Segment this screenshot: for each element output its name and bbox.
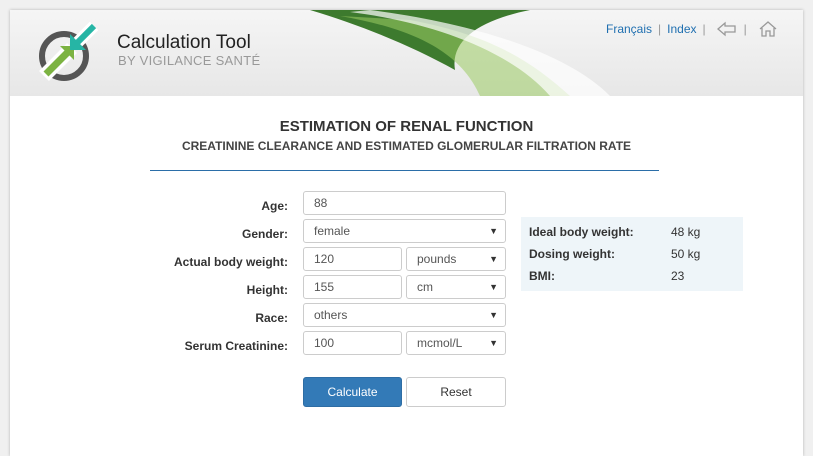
result-value: 50 kg (671, 247, 701, 261)
page-title: ESTIMATION OF RENAL FUNCTION (279, 118, 534, 135)
gender-label: Gender: (241, 227, 288, 241)
weight-unit-select[interactable]: pounds ▼ (406, 247, 506, 271)
brand-title: Calculation Tool (117, 32, 251, 53)
gender-selected-value: female (314, 224, 351, 238)
dropdown-arrow-icon: ▼ (489, 310, 498, 320)
height-label: Height: (246, 283, 288, 297)
creatinine-unit-select[interactable]: mcmol/L ▼ (406, 331, 506, 355)
reset-button[interactable]: Reset (406, 377, 506, 407)
page-subtitle: CREATININE CLEARANCE AND ESTIMATED GLOME… (181, 139, 632, 153)
nav-separator: | (658, 22, 662, 36)
height-unit-value: cm (417, 280, 433, 294)
age-label: Age: (261, 199, 288, 213)
race-select[interactable]: others ▼ (303, 303, 506, 327)
height-unit-select[interactable]: cm ▼ (406, 275, 506, 299)
race-label: Race: (255, 311, 288, 325)
brand-subtitle: BY VIGILANCE SANTÉ (118, 53, 261, 68)
results-panel: Ideal body weight: 48 kg Dosing weight: … (521, 217, 743, 291)
result-value: 23 (671, 269, 685, 283)
weight-input[interactable]: 120 (303, 247, 402, 271)
dropdown-arrow-icon: ▼ (489, 338, 498, 348)
creatinine-input[interactable]: 100 (303, 331, 402, 355)
result-value: 48 kg (671, 225, 701, 239)
back-arrow-icon[interactable] (716, 20, 738, 38)
dropdown-arrow-icon: ▼ (489, 226, 498, 236)
race-selected-value: others (314, 308, 348, 322)
home-icon[interactable] (757, 20, 779, 38)
nav-separator: | (743, 22, 747, 36)
weight-unit-value: pounds (417, 252, 457, 266)
calculate-button[interactable]: Calculate (303, 377, 402, 407)
calculation-tool-logo (39, 22, 98, 81)
language-link[interactable]: Français (606, 22, 652, 36)
gender-select[interactable]: female ▼ (303, 219, 506, 243)
dropdown-arrow-icon: ▼ (489, 282, 498, 292)
nav-separator: | (702, 22, 706, 36)
app-card: Calculation Tool BY VIGILANCE SANTÉ Fran… (10, 10, 803, 456)
creatinine-unit-value: mcmol/L (417, 336, 463, 350)
dropdown-arrow-icon: ▼ (489, 254, 498, 264)
height-input[interactable]: 155 (303, 275, 402, 299)
title-divider (150, 170, 659, 171)
age-input[interactable]: 88 (303, 191, 506, 215)
result-label: Ideal body weight: (529, 225, 634, 239)
weight-label: Actual body weight: (174, 255, 288, 269)
index-link[interactable]: Index (667, 22, 696, 36)
creatinine-label: Serum Creatinine: (184, 339, 288, 353)
header: Calculation Tool BY VIGILANCE SANTÉ Fran… (10, 10, 803, 96)
top-navigation: Français | Index | | (606, 20, 779, 38)
result-label: Dosing weight: (529, 247, 615, 261)
result-label: BMI: (529, 269, 555, 283)
